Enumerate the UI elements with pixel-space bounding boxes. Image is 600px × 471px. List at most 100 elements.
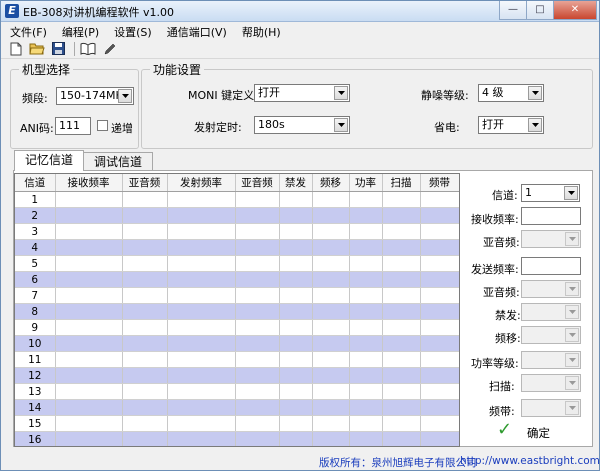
channel-number-cell[interactable]: 12 bbox=[15, 367, 56, 384]
column-header[interactable]: 频移 bbox=[312, 174, 350, 192]
table-cell[interactable] bbox=[312, 223, 350, 240]
table-cell[interactable] bbox=[420, 319, 459, 336]
table-cell[interactable] bbox=[420, 335, 459, 352]
table-cell[interactable] bbox=[420, 431, 459, 446]
menu-file[interactable]: 文件(F) bbox=[1, 22, 53, 39]
table-cell[interactable] bbox=[235, 255, 280, 272]
table-cell[interactable] bbox=[55, 367, 123, 384]
table-cell[interactable] bbox=[122, 415, 168, 432]
table-row[interactable]: 13 bbox=[15, 383, 459, 400]
table-cell[interactable] bbox=[122, 335, 168, 352]
table-cell[interactable] bbox=[167, 335, 236, 352]
table-cell[interactable] bbox=[349, 319, 383, 336]
channel-number-cell[interactable]: 3 bbox=[15, 223, 56, 240]
table-cell[interactable] bbox=[382, 271, 421, 288]
table-row[interactable]: 16 bbox=[15, 431, 459, 446]
table-cell[interactable] bbox=[279, 223, 313, 240]
table-row[interactable]: 4 bbox=[15, 239, 459, 256]
table-cell[interactable] bbox=[279, 351, 313, 368]
table-cell[interactable] bbox=[349, 255, 383, 272]
table-cell[interactable] bbox=[235, 415, 280, 432]
channel-number-cell[interactable]: 4 bbox=[15, 239, 56, 256]
table-cell[interactable] bbox=[235, 191, 280, 208]
table-cell[interactable] bbox=[167, 207, 236, 224]
table-cell[interactable] bbox=[312, 191, 350, 208]
table-cell[interactable] bbox=[55, 191, 123, 208]
column-header[interactable]: 频带 bbox=[420, 174, 459, 192]
column-header[interactable]: 禁发 bbox=[279, 174, 313, 192]
table-cell[interactable] bbox=[349, 415, 383, 432]
table-cell[interactable] bbox=[122, 367, 168, 384]
table-cell[interactable] bbox=[312, 207, 350, 224]
table-cell[interactable] bbox=[312, 319, 350, 336]
table-cell[interactable] bbox=[167, 223, 236, 240]
table-cell[interactable] bbox=[122, 303, 168, 320]
table-cell[interactable] bbox=[312, 415, 350, 432]
ok-button[interactable]: ✓ 确定 bbox=[497, 419, 567, 441]
table-cell[interactable] bbox=[235, 431, 280, 446]
table-cell[interactable] bbox=[235, 223, 280, 240]
menu-settings[interactable]: 设置(S) bbox=[105, 22, 158, 39]
table-cell[interactable] bbox=[235, 303, 280, 320]
table-row[interactable]: 1 bbox=[15, 191, 459, 208]
table-cell[interactable] bbox=[55, 351, 123, 368]
table-cell[interactable] bbox=[235, 351, 280, 368]
table-cell[interactable] bbox=[167, 303, 236, 320]
table-row[interactable]: 8 bbox=[15, 303, 459, 320]
table-cell[interactable] bbox=[382, 335, 421, 352]
table-cell[interactable] bbox=[235, 367, 280, 384]
table-cell[interactable] bbox=[349, 223, 383, 240]
ani-input[interactable]: 111 bbox=[55, 117, 91, 135]
table-cell[interactable] bbox=[312, 239, 350, 256]
table-cell[interactable] bbox=[167, 287, 236, 304]
column-header[interactable]: 发射频率 bbox=[167, 174, 236, 192]
save-button[interactable] bbox=[49, 41, 67, 57]
table-cell[interactable] bbox=[279, 303, 313, 320]
table-cell[interactable] bbox=[420, 367, 459, 384]
minimize-button[interactable]: — bbox=[499, 1, 527, 20]
table-cell[interactable] bbox=[312, 383, 350, 400]
table-row[interactable]: 2 bbox=[15, 207, 459, 224]
read-button[interactable] bbox=[79, 41, 97, 57]
table-cell[interactable] bbox=[55, 255, 123, 272]
table-cell[interactable] bbox=[55, 287, 123, 304]
band-field-select[interactable] bbox=[521, 399, 581, 417]
rx-ctcss-select[interactable] bbox=[521, 230, 581, 248]
open-button[interactable] bbox=[28, 41, 46, 57]
table-cell[interactable] bbox=[235, 271, 280, 288]
power-level-select[interactable] bbox=[521, 351, 581, 369]
increment-checkbox[interactable] bbox=[97, 120, 108, 131]
table-cell[interactable] bbox=[420, 351, 459, 368]
table-cell[interactable] bbox=[382, 351, 421, 368]
table-cell[interactable] bbox=[349, 351, 383, 368]
write-button[interactable] bbox=[100, 41, 118, 57]
channel-number-cell[interactable]: 15 bbox=[15, 415, 56, 432]
column-header[interactable]: 接收频率 bbox=[55, 174, 123, 192]
table-cell[interactable] bbox=[420, 383, 459, 400]
table-cell[interactable] bbox=[122, 319, 168, 336]
table-cell[interactable] bbox=[122, 431, 168, 446]
busy-lock-select[interactable] bbox=[521, 303, 581, 321]
table-cell[interactable] bbox=[279, 383, 313, 400]
table-cell[interactable] bbox=[122, 287, 168, 304]
table-cell[interactable] bbox=[55, 415, 123, 432]
menu-comm-port[interactable]: 通信端口(V) bbox=[158, 22, 233, 39]
table-cell[interactable] bbox=[279, 255, 313, 272]
table-cell[interactable] bbox=[382, 191, 421, 208]
channel-number-cell[interactable]: 11 bbox=[15, 351, 56, 368]
table-cell[interactable] bbox=[235, 207, 280, 224]
table-row[interactable]: 9 bbox=[15, 319, 459, 336]
table-row[interactable]: 15 bbox=[15, 415, 459, 432]
table-cell[interactable] bbox=[349, 239, 383, 256]
table-cell[interactable] bbox=[122, 255, 168, 272]
tx-timer-select[interactable]: 180s bbox=[254, 116, 350, 134]
table-cell[interactable] bbox=[279, 239, 313, 256]
table-cell[interactable] bbox=[382, 367, 421, 384]
table-cell[interactable] bbox=[420, 399, 459, 416]
channel-number-cell[interactable]: 5 bbox=[15, 255, 56, 272]
table-cell[interactable] bbox=[382, 223, 421, 240]
tab-memory-channels[interactable]: 记忆信道 bbox=[14, 150, 85, 171]
table-cell[interactable] bbox=[420, 191, 459, 208]
table-cell[interactable] bbox=[279, 191, 313, 208]
table-cell[interactable] bbox=[235, 335, 280, 352]
